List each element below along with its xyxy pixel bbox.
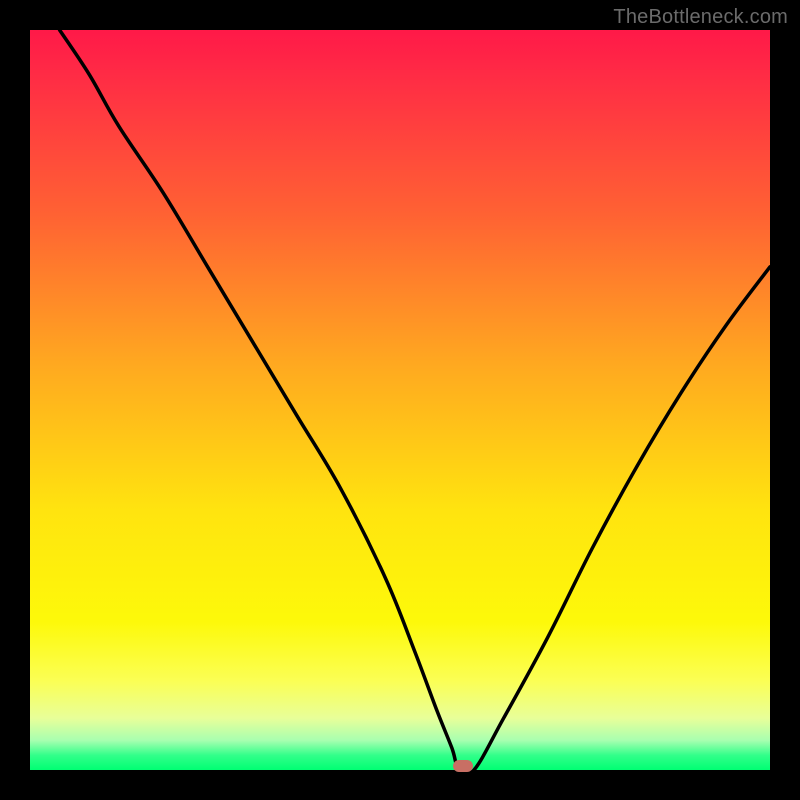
plot-area bbox=[30, 30, 770, 770]
valley-marker bbox=[453, 760, 473, 772]
bottleneck-curve bbox=[60, 30, 770, 775]
curve-svg bbox=[30, 30, 770, 770]
chart-frame: TheBottleneck.com bbox=[0, 0, 800, 800]
watermark-text: TheBottleneck.com bbox=[613, 6, 788, 29]
